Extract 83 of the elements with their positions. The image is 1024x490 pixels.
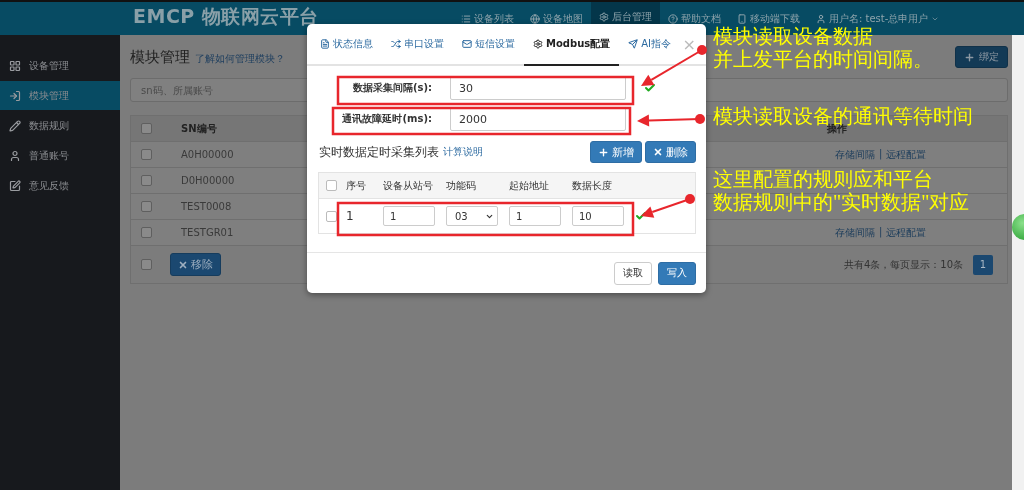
- pagination-summary: 共有4条，每页显示：10条: [843, 257, 963, 272]
- nav-item[interactable]: 用户名: test-总申用户: [808, 12, 948, 26]
- column-header: 起始地址: [509, 178, 549, 193]
- checkbox[interactable]: [141, 227, 152, 238]
- tab[interactable]: 串口设置: [382, 24, 453, 66]
- gear-icon: [533, 39, 543, 49]
- action-link[interactable]: 存储间隔: [835, 147, 875, 162]
- checkbox[interactable]: [326, 180, 337, 191]
- plus-icon: [598, 146, 609, 158]
- annotation-text: 并上发平台的时间间隔。: [713, 48, 933, 71]
- bind-button[interactable]: 绑定: [955, 46, 1008, 68]
- grid-icon: [9, 59, 21, 72]
- remove-button[interactable]: 移除: [170, 253, 221, 276]
- table-cell: 1: [346, 209, 354, 223]
- close-icon: [653, 147, 663, 157]
- add-button[interactable]: 新增: [590, 141, 642, 163]
- page-button[interactable]: 1: [973, 254, 993, 275]
- column-header: 序号: [346, 178, 366, 193]
- write-button[interactable]: 写入: [658, 261, 696, 285]
- table-cell: TEST0008: [181, 201, 232, 212]
- close-icon: [178, 259, 188, 270]
- checkbox[interactable]: [141, 149, 152, 160]
- input-field[interactable]: 2000: [450, 107, 626, 131]
- list-icon: [461, 14, 471, 24]
- column-header: 数据长度: [572, 178, 612, 193]
- annotation-arrow: [637, 114, 705, 127]
- column-header: 设备从站号: [383, 178, 433, 193]
- login-icon: [9, 89, 21, 102]
- checkbox[interactable]: [141, 259, 152, 270]
- pencil-icon: [9, 119, 21, 132]
- annotation-text: 这里配置的规则应和平台: [713, 168, 934, 191]
- tab[interactable]: 短信设置: [453, 24, 524, 66]
- action-link[interactable]: 远程配置: [886, 225, 927, 240]
- checkbox[interactable]: [326, 210, 337, 222]
- nav-item[interactable]: 设备地图: [522, 12, 591, 26]
- input-field[interactable]: 10: [572, 206, 624, 226]
- separator: |: [879, 225, 883, 240]
- nav-item[interactable]: 设备列表: [453, 12, 522, 26]
- phone-icon: [737, 14, 747, 24]
- user-icon: [9, 149, 21, 162]
- delete-button[interactable]: 删除: [645, 141, 696, 163]
- table-cell: TESTGR01: [181, 227, 234, 238]
- edit-icon: [9, 179, 21, 192]
- sidebar-item[interactable]: 数据规则: [0, 111, 120, 140]
- separator: |: [879, 147, 883, 162]
- column-header: SN编号: [181, 121, 217, 136]
- table-cell: A0H00000: [181, 149, 234, 160]
- field-label: 数据采集间隔(s):: [352, 81, 432, 95]
- send-icon: [628, 39, 639, 49]
- help-link[interactable]: 了解如何管理模块？: [195, 51, 285, 66]
- checkbox[interactable]: [141, 123, 152, 134]
- sidebar-item[interactable]: 普通账号: [0, 141, 120, 170]
- gear-icon: [599, 11, 609, 22]
- plus-icon: [964, 51, 975, 63]
- annotation-text: 数据规则中的"实时数据"对应: [713, 191, 970, 214]
- nav-item[interactable]: 移动端下载: [729, 12, 808, 26]
- user-icon: [816, 14, 826, 24]
- sidebar-item[interactable]: 意见反馈: [0, 171, 120, 200]
- input-field[interactable]: 30: [450, 76, 626, 100]
- input-field[interactable]: 1: [509, 206, 561, 226]
- section-title: 实时数据定时采集列表: [319, 143, 439, 161]
- shuffle-icon: [391, 39, 401, 49]
- document-icon: [320, 39, 330, 49]
- read-button[interactable]: 读取: [614, 261, 652, 285]
- tab[interactable]: Modbus配置: [524, 24, 620, 66]
- sidebar-item[interactable]: 模块管理: [0, 81, 120, 110]
- input-field[interactable]: 1: [383, 206, 435, 226]
- section-link[interactable]: 计算说明: [443, 145, 483, 159]
- table-cell: D0H00000: [181, 175, 235, 186]
- help-icon: [668, 14, 678, 24]
- action-link[interactable]: 存储间隔: [835, 225, 875, 240]
- checkbox[interactable]: [141, 201, 152, 212]
- action-link[interactable]: 远程配置: [886, 147, 927, 162]
- page-title: 模块管理: [130, 47, 190, 67]
- checkbox[interactable]: [141, 175, 152, 186]
- sidebar-item[interactable]: 设备管理: [0, 51, 120, 80]
- annotation-arrow: [641, 194, 695, 218]
- mail-icon: [462, 39, 472, 49]
- nav-item[interactable]: 帮助文档: [660, 12, 729, 26]
- select-field[interactable]: 03: [446, 206, 498, 226]
- globe-icon: [530, 14, 540, 24]
- field-label: 通讯故障延时(ms):: [342, 112, 432, 126]
- column-header: 功能码: [446, 178, 476, 193]
